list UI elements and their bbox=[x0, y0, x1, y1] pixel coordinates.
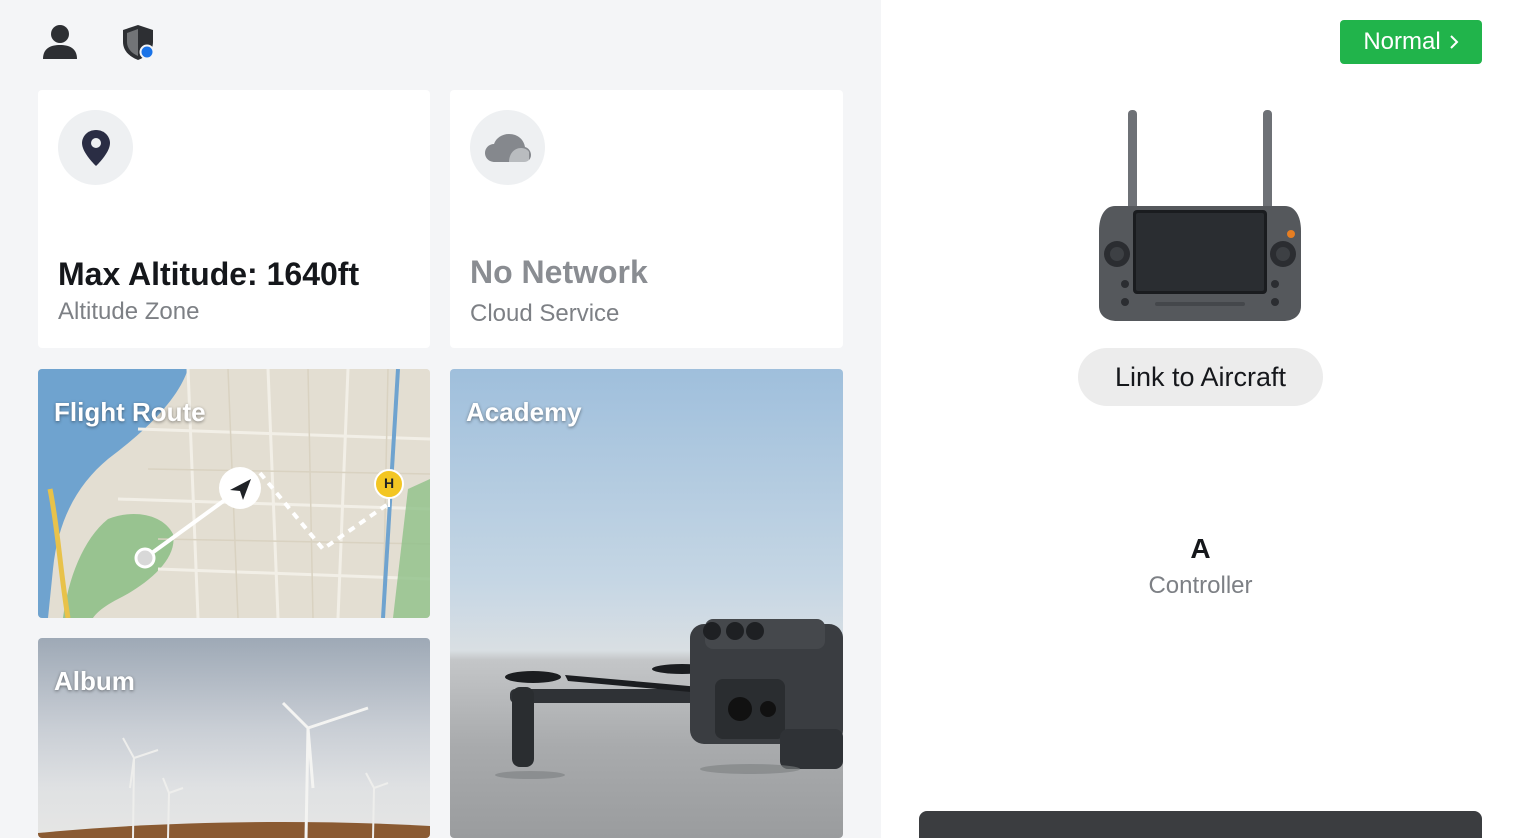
home-point-label: H bbox=[383, 475, 395, 491]
link-to-aircraft-button[interactable]: Link to Aircraft bbox=[1078, 348, 1323, 406]
home-left-pane: Max Altitude: 1640ft Altitude Zone No Ne… bbox=[0, 0, 881, 838]
altitude-title: Max Altitude: 1640ft bbox=[58, 256, 360, 292]
flight-mode-button[interactable]: Normal bbox=[1340, 20, 1482, 64]
cloud-service-card[interactable]: No Network Cloud Service bbox=[450, 90, 843, 348]
album-tile[interactable]: Album bbox=[38, 638, 430, 838]
drone-image bbox=[495, 619, 843, 779]
remote-controller-image bbox=[1099, 110, 1301, 321]
cloud-icon-circle bbox=[470, 110, 545, 185]
altitude-zone-card[interactable]: Max Altitude: 1640ft Altitude Zone bbox=[38, 90, 430, 348]
user-icon[interactable] bbox=[40, 22, 80, 62]
cloud-icon bbox=[484, 133, 531, 162]
device-status-pane: Normal Link to Aircraft A Controller bbox=[881, 0, 1520, 838]
altitude-icon-circle bbox=[58, 110, 133, 185]
controller-letter: A bbox=[1190, 533, 1211, 564]
academy-tile[interactable]: Academy bbox=[450, 369, 843, 838]
bottom-panel-handle[interactable] bbox=[919, 811, 1482, 838]
altitude-subtitle: Altitude Zone bbox=[58, 298, 200, 325]
shield-icon[interactable] bbox=[118, 22, 158, 62]
network-subtitle: Cloud Service bbox=[470, 300, 620, 327]
flight-mode-label: Normal bbox=[1363, 28, 1441, 55]
route-start-marker bbox=[134, 547, 156, 569]
controller-label: Controller bbox=[1148, 572, 1253, 599]
notification-dot bbox=[139, 44, 155, 60]
network-title: No Network bbox=[470, 254, 648, 290]
location-pin-icon bbox=[81, 129, 110, 166]
flight-route-label: Flight Route bbox=[54, 397, 206, 427]
chevron-right-icon bbox=[1449, 35, 1459, 49]
album-label: Album bbox=[54, 666, 135, 696]
flight-route-tile[interactable]: H Flight Route bbox=[38, 369, 430, 618]
academy-label: Academy bbox=[466, 397, 582, 427]
